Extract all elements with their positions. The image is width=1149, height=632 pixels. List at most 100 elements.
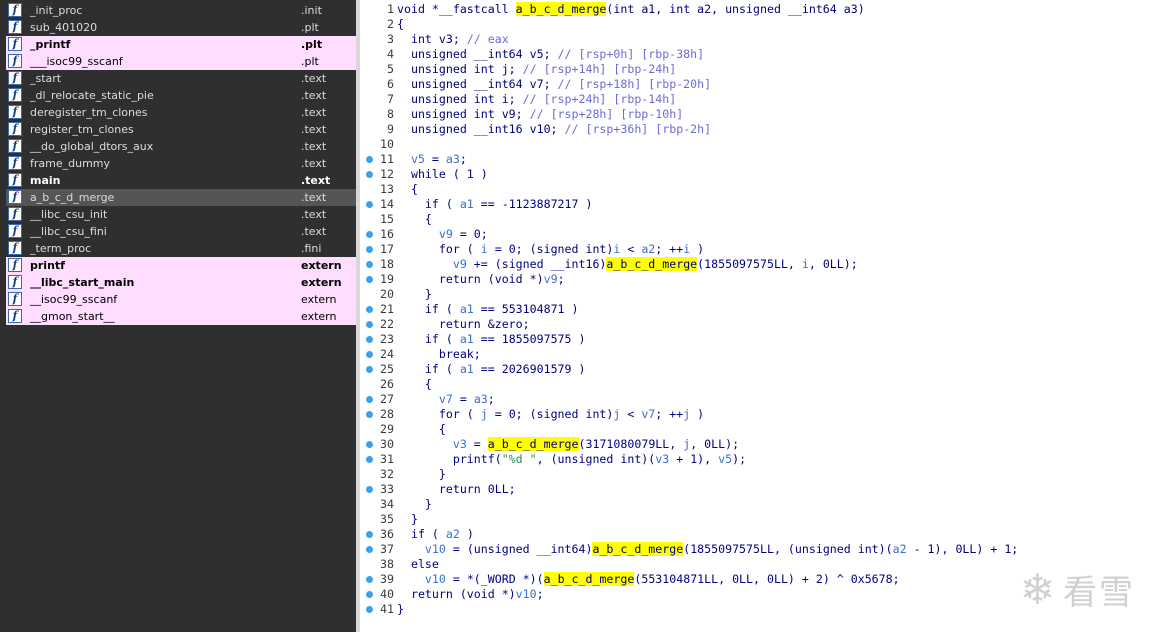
code-text: if ( a1 == -1123887217 ): [397, 197, 593, 211]
code-text: v10 = *(_WORD *)(a_b_c_d_merge(553104871…: [424, 572, 900, 586]
function-icon: f: [8, 190, 22, 204]
function-segment: .text: [301, 157, 327, 170]
function-icon: f: [8, 309, 22, 323]
line-number: 6: [387, 77, 394, 91]
function-icon: f: [8, 88, 22, 102]
code-text: return 0LL;: [397, 482, 516, 496]
line-number: 26: [380, 377, 394, 391]
function-name: ___isoc99_sscanf: [30, 55, 123, 68]
function-segment: .fini: [301, 242, 322, 255]
line-number: 30: [380, 437, 394, 451]
function-list-item[interactable]: f frame_dummy .text: [6, 155, 356, 172]
function-name: _start: [30, 72, 62, 85]
code-text: break;: [397, 347, 481, 361]
function-list-item[interactable]: f __libc_start_main extern: [6, 274, 356, 291]
code-text: unsigned __int64 v5; // [rsp+0h] [rbp-38…: [397, 47, 705, 61]
function-list-item[interactable]: f main .text: [6, 172, 356, 189]
function-name: __do_global_dtors_aux: [30, 140, 154, 153]
function-icon: f: [8, 275, 22, 289]
line-number: 31: [380, 452, 394, 466]
function-list-item[interactable]: f __do_global_dtors_aux .text: [6, 138, 356, 155]
function-list-item[interactable]: f __libc_csu_fini .text: [6, 223, 356, 240]
function-name: _dl_relocate_static_pie: [30, 89, 154, 102]
function-name: _printf: [30, 38, 71, 51]
function-segment: .text: [301, 72, 327, 85]
line-number: 34: [380, 497, 394, 511]
line-number: 37: [380, 542, 394, 556]
line-number: 19: [380, 272, 394, 286]
line-number: 36: [380, 527, 394, 541]
function-name: frame_dummy: [30, 157, 111, 170]
function-list-item[interactable]: f register_tm_clones .text: [6, 121, 356, 138]
code-text: return (void *)v9;: [397, 272, 565, 286]
code-text: {: [397, 377, 432, 391]
functions-window: f _init_proc .init f sub_401020 .plt f _printf.…: [0, 0, 356, 632]
line-number: 14: [380, 197, 394, 211]
function-list-item[interactable]: f _term_proc .fini: [6, 240, 356, 257]
line-number: 12: [380, 167, 394, 181]
function-segment: .plt: [301, 55, 319, 68]
function-segment: .text: [301, 140, 327, 153]
function-list-item[interactable]: f printf extern: [6, 257, 356, 274]
line-number: 39: [380, 572, 394, 586]
watermark-text: 看雪: [1063, 573, 1135, 613]
code-text: v9 = 0;: [438, 227, 488, 241]
function-list-item[interactable]: f _dl_relocate_static_pie .text: [6, 87, 356, 104]
code-text: for ( i = 0; (signed int)i < a2; ++i ): [397, 242, 705, 256]
code-text: unsigned int i; // [rsp+24h] [rbp-14h]: [397, 92, 677, 106]
function-list-item[interactable]: f __isoc99_sscanf extern: [6, 291, 356, 308]
function-name: register_tm_clones: [30, 123, 134, 136]
function-list-item[interactable]: f _start .text: [6, 70, 356, 87]
code-text: }: [397, 467, 446, 481]
code-text: v3 = a_b_c_d_merge(3171080079LL, j, 0LL)…: [452, 437, 740, 451]
code-text: }: [397, 287, 432, 301]
code-text: unsigned int v9; // [rsp+28h] [rbp-10h]: [397, 107, 684, 121]
function-segment: extern: [301, 293, 337, 306]
function-list-item[interactable]: f _init_proc .init: [6, 2, 356, 19]
line-number: 29: [380, 422, 394, 436]
function-list: f _init_proc .init f sub_401020 .plt f _printf.…: [6, 2, 356, 325]
code-text: {: [397, 212, 432, 226]
code-text: return (void *)v10;: [397, 587, 544, 601]
pseudocode-view[interactable]: 1 void *__fastcall a_b_c_d_merge(int a1, …: [360, 0, 1149, 632]
function-list-item[interactable]: f deregister_tm_clones .text: [6, 104, 356, 121]
code-text: if ( a1 == 2026901579 ): [397, 362, 586, 376]
function-icon: f: [8, 258, 22, 272]
line-number: 27: [380, 392, 394, 406]
line-number: 33: [380, 482, 394, 496]
code-text: }: [397, 497, 432, 511]
code-text: void *__fastcall a_b_c_d_merge(int a1, i…: [397, 2, 865, 16]
function-segment: extern: [301, 310, 337, 323]
function-name: printf: [30, 259, 65, 272]
code-text: unsigned __int16 v10; // [rsp+36h] [rbp-…: [397, 122, 712, 136]
function-name: sub_401020: [30, 21, 98, 34]
function-list-item[interactable]: f _printf .plt: [6, 36, 356, 53]
line-number: 5: [387, 62, 394, 76]
line-number: 24: [380, 347, 394, 361]
function-segment: .init: [301, 4, 322, 17]
function-name: __libc_csu_init: [30, 208, 108, 221]
function-name: deregister_tm_clones: [30, 106, 148, 119]
function-list-item[interactable]: f __gmon_start__ extern: [6, 308, 356, 325]
function-list-item[interactable]: f __libc_csu_init .text: [6, 206, 356, 223]
line-number: 7: [387, 92, 394, 106]
function-segment: .plt: [301, 21, 319, 34]
function-icon: f: [8, 37, 22, 51]
code-text: if ( a1 == 1855097575 ): [397, 332, 586, 346]
line-number: 4: [387, 47, 394, 61]
function-name: __isoc99_sscanf: [30, 293, 118, 306]
function-list-item[interactable]: f sub_401020 .plt: [6, 19, 356, 36]
function-icon: f: [8, 71, 22, 85]
function-name: _init_proc: [30, 4, 83, 17]
line-number: 38: [380, 557, 394, 571]
function-icon: f: [8, 54, 22, 68]
line-number: 2: [387, 17, 394, 31]
line-number: 3: [387, 32, 394, 46]
line-number: 8: [387, 107, 394, 121]
function-segment: extern: [301, 276, 342, 289]
function-name: __libc_csu_fini: [30, 225, 107, 238]
line-number: 25: [380, 362, 394, 376]
function-list-item[interactable]: f ___isoc99_sscanf .plt: [6, 53, 356, 70]
code-text: v5 = a3;: [410, 152, 467, 166]
function-list-item[interactable]: f a_b_c_d_merge .text: [6, 189, 356, 206]
